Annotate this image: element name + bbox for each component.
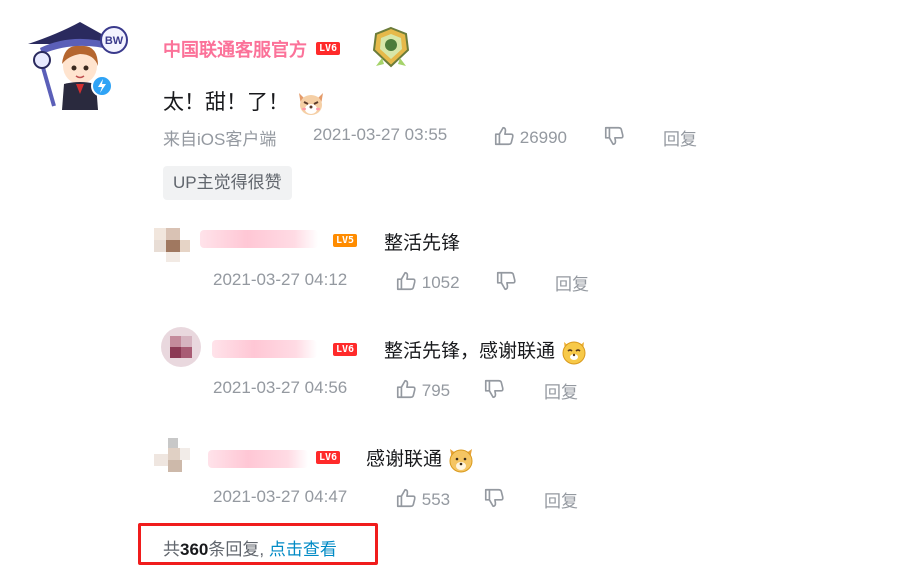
lightning-verified-icon xyxy=(91,75,113,97)
user-avatar[interactable]: BW xyxy=(18,14,134,110)
more-replies-prefix: 共 xyxy=(163,540,180,559)
dislike-button[interactable] xyxy=(483,487,505,510)
level-badge: LV6 xyxy=(333,343,358,356)
reply-count: 360 xyxy=(180,540,209,559)
reply-meta: 2021-03-27 04:12 1052 回复 xyxy=(213,270,633,294)
reply-button[interactable]: 回复 xyxy=(544,378,578,403)
thumbs-up-icon xyxy=(396,379,416,399)
thumbs-down-icon xyxy=(484,488,504,508)
dog-emoji-icon xyxy=(449,448,473,473)
reply-text: 整活先锋 xyxy=(384,233,461,254)
reply-username[interactable] xyxy=(200,230,318,248)
thumbs-up-icon xyxy=(396,271,416,291)
reply-content: 整活先锋，感谢联通 xyxy=(384,336,588,366)
more-replies-suffix: 条回复, xyxy=(208,540,265,559)
cat-emoji-icon xyxy=(562,341,586,365)
reply-content: 感谢联通 xyxy=(366,444,475,474)
like-button[interactable]: 795 xyxy=(395,378,450,401)
reply-avatar[interactable] xyxy=(150,434,192,476)
level-badge: LV6 xyxy=(316,42,341,55)
thumbs-up-icon xyxy=(494,126,514,146)
fan-medal-icon[interactable] xyxy=(370,26,412,68)
comment-timestamp: 2021-03-27 03:55 xyxy=(313,125,448,144)
thumbs-down-icon xyxy=(496,271,516,291)
like-count: 795 xyxy=(421,381,451,400)
dislike-button[interactable] xyxy=(603,125,625,148)
reply-meta: 2021-03-27 04:47 553 回复 xyxy=(213,487,633,511)
reply-button[interactable]: 回复 xyxy=(544,487,578,512)
like-button[interactable]: 26990 xyxy=(493,125,567,148)
reply-username[interactable] xyxy=(208,450,308,468)
thumbs-up-icon xyxy=(396,488,416,508)
reply-username[interactable] xyxy=(212,340,317,358)
up-liked-tag: UP主觉得很赞 xyxy=(163,166,292,200)
reply-text: 整活先锋，感谢联通 xyxy=(384,341,556,362)
comment-text: 太！甜！了！ xyxy=(163,91,289,114)
like-button[interactable]: 553 xyxy=(395,487,450,510)
comment-meta: 来自iOS客户端 2021-03-27 03:55 26990 回复 xyxy=(163,125,863,149)
dislike-button[interactable] xyxy=(495,270,517,293)
reply-timestamp: 2021-03-27 04:56 xyxy=(213,378,348,397)
reply-text: 感谢联通 xyxy=(366,449,443,470)
reply-timestamp: 2021-03-27 04:12 xyxy=(213,270,348,289)
comment-content: 太！甜！了！ xyxy=(163,86,327,119)
dog-emoji-icon xyxy=(298,93,323,116)
like-count: 553 xyxy=(421,490,451,509)
more-replies: 共360条回复, 点击查看 xyxy=(163,535,337,560)
username[interactable]: 中国联通客服官方 xyxy=(163,36,307,62)
thumbs-down-icon xyxy=(484,379,504,399)
reply-avatar[interactable] xyxy=(160,326,202,368)
like-count: 26990 xyxy=(519,128,568,147)
like-button[interactable]: 1052 xyxy=(395,270,460,293)
reply-timestamp: 2021-03-27 04:47 xyxy=(213,487,348,506)
reply-meta: 2021-03-27 04:56 795 回复 xyxy=(213,378,633,402)
level-badge: LV6 xyxy=(316,451,341,464)
reply-avatar[interactable] xyxy=(150,222,192,264)
view-replies-link[interactable]: 点击查看 xyxy=(269,540,337,559)
level-badge: LV5 xyxy=(333,234,358,247)
reply-button[interactable]: 回复 xyxy=(663,125,697,150)
comment-source: 来自iOS客户端 xyxy=(163,130,277,149)
like-count: 1052 xyxy=(421,273,460,292)
reply-button[interactable]: 回复 xyxy=(555,270,589,295)
svg-text:BW: BW xyxy=(105,35,124,47)
dislike-button[interactable] xyxy=(483,378,505,401)
thumbs-down-icon xyxy=(604,126,624,146)
